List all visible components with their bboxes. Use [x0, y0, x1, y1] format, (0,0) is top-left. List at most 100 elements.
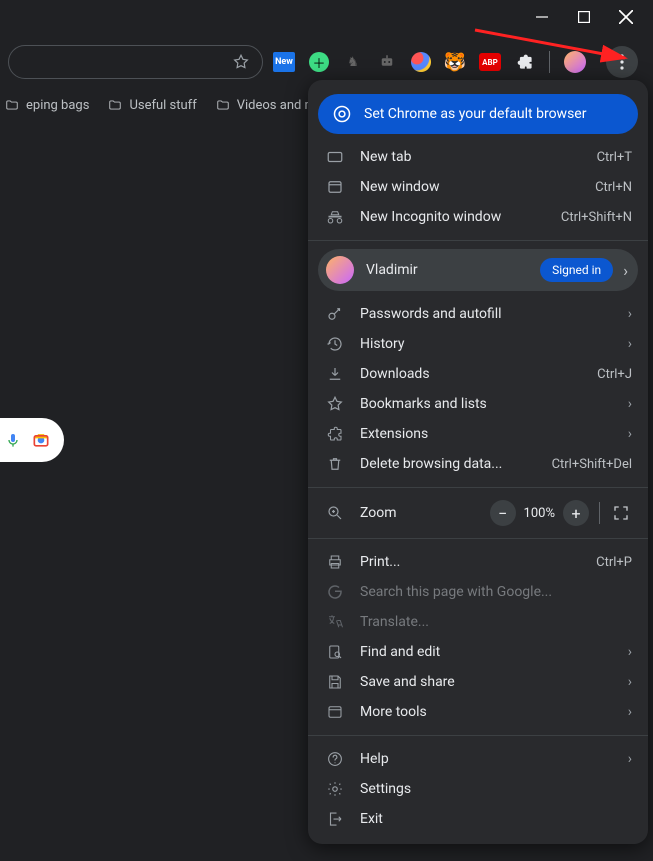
promo-text: Set Chrome as your default browser	[364, 106, 586, 122]
menu-label: Find and edit	[360, 644, 440, 660]
menu-label: New tab	[360, 149, 411, 165]
toolbar: New ＋ ♞ 🐯 ABP	[0, 44, 653, 80]
ext-tiger-icon[interactable]: 🐯	[445, 52, 465, 72]
separator	[308, 538, 648, 539]
menu-search-page: Search this page with Google...	[308, 577, 648, 607]
close-button[interactable]	[619, 10, 633, 24]
menu-label: Extensions	[360, 426, 428, 442]
chrome-icon	[332, 104, 352, 124]
chevron-right-icon: ›	[628, 306, 632, 322]
menu-exit[interactable]: Exit	[308, 804, 648, 834]
tab-icon	[326, 148, 344, 166]
chevron-right-icon: ›	[628, 336, 632, 352]
ext-new-icon[interactable]: New	[273, 52, 295, 72]
menu-find-edit[interactable]: Find and edit›	[308, 637, 648, 667]
chevron-right-icon: ›	[628, 674, 632, 690]
profile-avatar-icon[interactable]	[564, 51, 586, 73]
menu-incognito[interactable]: New Incognito windowCtrl+Shift+N	[308, 202, 648, 232]
chrome-menu: Set Chrome as your default browser New t…	[308, 80, 648, 844]
zoom-value: 100%	[524, 506, 555, 521]
menu-save-share[interactable]: Save and share›	[308, 667, 648, 697]
separator	[308, 487, 648, 488]
shortcut: Ctrl+P	[596, 555, 632, 570]
shortcut: Ctrl+T	[597, 150, 632, 165]
bookmark-folder[interactable]: Useful stuff	[107, 98, 196, 113]
bookmark-label: Useful stuff	[129, 98, 196, 113]
chevron-right-icon: ›	[628, 426, 632, 442]
three-dots-icon	[620, 54, 624, 70]
profile-name: Vladimir	[366, 262, 418, 278]
menu-bookmarks[interactable]: Bookmarks and lists›	[308, 389, 648, 419]
ext-knight-icon[interactable]: ♞	[343, 52, 363, 72]
menu-label: Passwords and autofill	[360, 306, 502, 322]
extensions-puzzle-icon[interactable]	[515, 52, 535, 72]
shortcut: Ctrl+J	[597, 367, 632, 382]
gear-icon	[326, 780, 344, 798]
trash-icon	[326, 455, 344, 473]
zoom-row: Zoom − 100% +	[308, 496, 648, 530]
menu-label: Search this page with Google...	[360, 584, 552, 600]
download-icon	[326, 365, 344, 383]
menu-label: New window	[360, 179, 439, 195]
zoom-out-button[interactable]: −	[490, 500, 516, 526]
menu-downloads[interactable]: DownloadsCtrl+J	[308, 359, 648, 389]
fullscreen-button[interactable]	[610, 502, 632, 524]
omnibox[interactable]	[8, 45, 263, 79]
bookmark-label: eping bags	[26, 98, 89, 113]
puzzle-icon	[326, 425, 344, 443]
menu-new-window[interactable]: New windowCtrl+N	[308, 172, 648, 202]
menu-label: Help	[360, 751, 389, 767]
zoom-icon	[326, 504, 344, 522]
menu-extensions[interactable]: Extensions ›	[308, 419, 648, 449]
menu-label: Delete browsing data...	[360, 456, 502, 472]
zoom-in-button[interactable]: +	[563, 500, 589, 526]
ext-plus-icon[interactable]: ＋	[309, 52, 329, 72]
shortcut: Ctrl+Shift+Del	[552, 457, 632, 472]
chevron-right-icon: ›	[628, 704, 632, 720]
chevron-right-icon: ›	[623, 261, 628, 280]
exit-icon	[326, 810, 344, 828]
google-icon	[326, 583, 344, 601]
menu-print[interactable]: Print... Ctrl+P	[308, 547, 648, 577]
signed-in-badge: Signed in	[540, 258, 613, 282]
menu-label: Print...	[360, 554, 400, 570]
star-icon[interactable]	[232, 53, 250, 71]
help-icon	[326, 750, 344, 768]
bookmarks-bar: eping bags Useful stuff Videos and music…	[0, 90, 350, 120]
menu-new-tab[interactable]: New tab Ctrl+T	[308, 142, 648, 172]
shortcut: Ctrl+Shift+N	[561, 210, 632, 225]
lens-icon[interactable]	[31, 430, 51, 450]
history-icon	[326, 335, 344, 353]
zoom-label: Zoom	[360, 505, 397, 521]
mic-icon[interactable]	[5, 432, 21, 448]
chevron-right-icon: ›	[628, 751, 632, 767]
menu-label: Translate...	[360, 614, 429, 630]
ext-bot-icon[interactable]	[377, 52, 397, 72]
menu-button[interactable]	[606, 46, 638, 78]
menu-label: More tools	[360, 704, 427, 720]
menu-passwords[interactable]: Passwords and autofill ›	[308, 299, 648, 329]
default-browser-promo[interactable]: Set Chrome as your default browser	[318, 94, 638, 134]
menu-delete-data[interactable]: Delete browsing data... Ctrl+Shift+Del	[308, 449, 648, 479]
incognito-icon	[326, 208, 344, 226]
extension-icons: New ＋ ♞ 🐯 ABP	[273, 46, 638, 78]
ext-abp-icon[interactable]: ABP	[479, 53, 501, 71]
menu-help[interactable]: Help ›	[308, 744, 648, 774]
print-icon	[326, 553, 344, 571]
save-icon	[326, 673, 344, 691]
maximize-button[interactable]	[577, 10, 591, 24]
menu-settings[interactable]: Settings	[308, 774, 648, 804]
divider	[599, 502, 600, 524]
profile-row[interactable]: Vladimir Signed in ›	[318, 249, 638, 291]
separator	[308, 735, 648, 736]
bookmark-folder[interactable]: eping bags	[4, 98, 89, 113]
divider	[549, 51, 550, 73]
menu-more-tools[interactable]: More tools ›	[308, 697, 648, 727]
menu-history[interactable]: History ›	[308, 329, 648, 359]
key-icon	[326, 305, 344, 323]
ext-color-icon[interactable]	[411, 52, 431, 72]
minimize-button[interactable]	[535, 10, 549, 24]
menu-label: History	[360, 336, 405, 352]
chevron-right-icon: ›	[628, 396, 632, 412]
fullscreen-icon	[612, 504, 630, 522]
